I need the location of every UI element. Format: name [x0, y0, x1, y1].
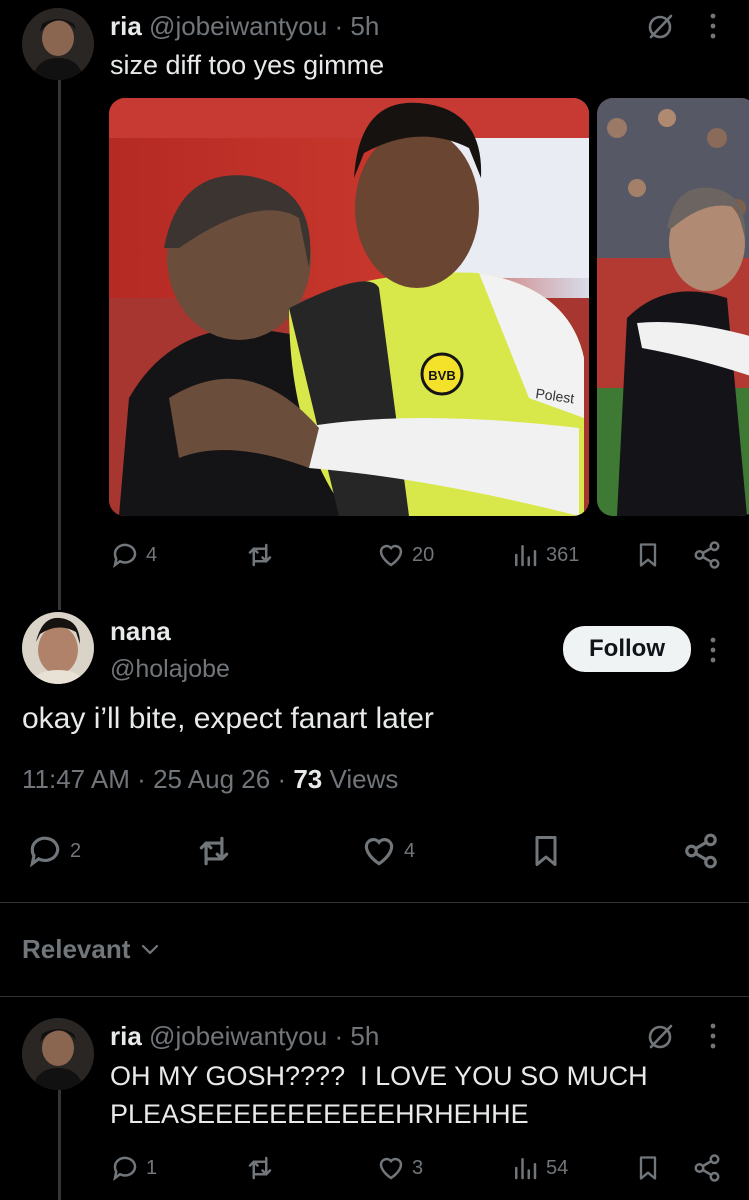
like-count: 4 — [404, 839, 416, 862]
retweet-icon — [248, 1156, 272, 1180]
more-icon[interactable] — [708, 1022, 718, 1055]
avatar[interactable] — [22, 8, 94, 80]
share-button[interactable] — [692, 540, 722, 570]
views-count[interactable]: 73 — [293, 764, 322, 794]
share-icon — [685, 833, 717, 869]
grok-icon[interactable] — [645, 1022, 675, 1057]
retweet-button[interactable] — [244, 1153, 276, 1183]
like-icon — [379, 544, 403, 567]
like-button[interactable]: 3 — [376, 1153, 423, 1183]
thread-line — [58, 80, 61, 610]
views-button[interactable]: 361 — [510, 540, 579, 570]
reply-button[interactable]: 4 — [110, 540, 157, 570]
share-icon — [694, 1154, 720, 1182]
author-name[interactable]: nana — [110, 616, 171, 647]
author-handle[interactable]: @jobeiwantyou — [149, 1021, 327, 1051]
author-handle[interactable]: @jobeiwantyou — [149, 11, 327, 41]
avatar[interactable] — [22, 1018, 94, 1090]
divider — [0, 902, 749, 903]
share-icon — [694, 541, 720, 569]
chevron-down-icon — [142, 944, 159, 954]
sort-label: Relevant — [22, 934, 131, 964]
more-icon[interactable] — [708, 12, 718, 45]
tweet-photo[interactable]: BVB Polest — [109, 98, 589, 516]
bookmark-icon — [639, 1156, 657, 1180]
retweet-icon — [199, 836, 229, 866]
views-button[interactable]: 54 — [510, 1153, 568, 1183]
main-tweet-text: okay i’ll bite, expect fanart later — [22, 702, 434, 735]
like-count: 3 — [412, 1156, 424, 1179]
separator: · — [334, 11, 344, 41]
bookmark-icon — [535, 836, 557, 866]
bookmark-button[interactable] — [528, 832, 564, 870]
views-icon — [515, 1158, 537, 1180]
sort-dropdown[interactable]: Relevant — [22, 934, 160, 965]
follow-button[interactable]: Follow — [563, 626, 691, 672]
views-icon — [515, 545, 537, 567]
reply-button[interactable]: 2 — [26, 832, 81, 870]
retweet-icon — [248, 543, 272, 567]
tweet-date[interactable]: 25 Aug 26 — [153, 764, 270, 794]
author-name[interactable]: ria — [110, 11, 142, 41]
share-button[interactable] — [692, 1153, 722, 1183]
tweet-photo-2[interactable] — [597, 98, 749, 516]
like-count: 20 — [412, 543, 435, 566]
reply-icon — [113, 1156, 137, 1181]
views-count: 54 — [546, 1156, 569, 1179]
bookmark-button[interactable] — [634, 1153, 662, 1183]
reply-icon — [29, 836, 60, 868]
views-label[interactable]: Views — [330, 764, 399, 794]
author-name[interactable]: ria — [110, 1021, 142, 1051]
author-handle[interactable]: @holajobe — [110, 655, 230, 684]
like-icon — [379, 1157, 403, 1180]
separator: · — [137, 764, 146, 794]
grok-icon[interactable] — [645, 12, 675, 47]
separator: · — [334, 1021, 344, 1051]
club-badge-text: BVB — [428, 368, 455, 383]
reply-text-line-2: PLEASEEEEEEEEEEEHRHEHHE — [110, 1099, 529, 1129]
views-count: 361 — [546, 543, 580, 566]
reply-count: 2 — [70, 839, 82, 862]
like-button[interactable]: 20 — [376, 540, 434, 570]
reply-button[interactable]: 1 — [110, 1153, 157, 1183]
separator: · — [277, 764, 287, 794]
more-icon[interactable] — [708, 636, 718, 669]
thread-line — [58, 1090, 61, 1200]
like-icon — [364, 838, 394, 866]
timestamp[interactable]: 5h — [350, 1021, 379, 1051]
bookmark-icon — [639, 543, 657, 567]
reply-icon — [113, 543, 137, 568]
bookmark-button[interactable] — [634, 540, 662, 570]
reply-count: 4 — [146, 543, 158, 566]
reply-count: 1 — [146, 1156, 158, 1179]
tweet-text: size diff too yes gimme — [110, 50, 385, 80]
share-button[interactable] — [682, 832, 720, 870]
divider — [0, 996, 749, 997]
avatar[interactable] — [22, 612, 94, 684]
timestamp[interactable]: 5h — [350, 11, 379, 41]
reply-text-line-1: OH MY GOSH???? I LOVE YOU SO MUCH — [110, 1061, 648, 1091]
retweet-button[interactable] — [194, 832, 234, 870]
tweet-time[interactable]: 11:47 AM — [22, 764, 130, 794]
like-button[interactable]: 4 — [360, 832, 415, 870]
retweet-button[interactable] — [244, 540, 276, 570]
